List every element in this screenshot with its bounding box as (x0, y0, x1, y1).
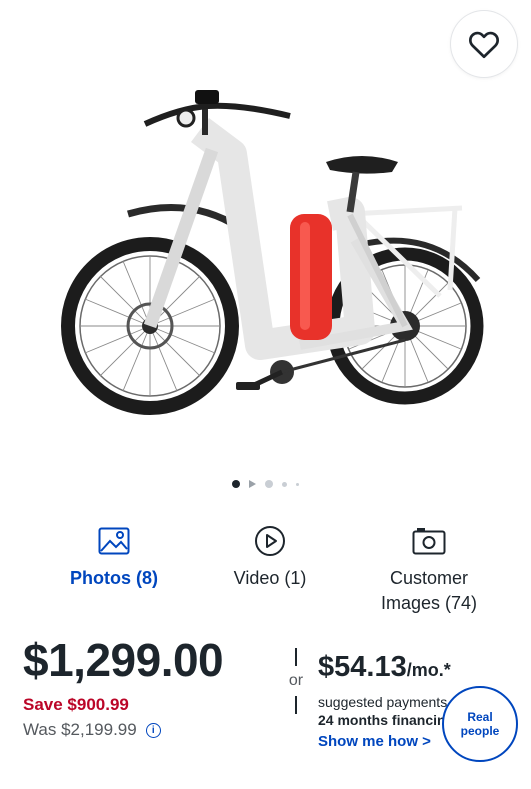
carousel-dot-active[interactable] (232, 480, 240, 488)
tab-customer-images-label: Customer Images (74) (381, 566, 477, 616)
financing-term: 24 months financing (318, 712, 455, 728)
tab-customer-images[interactable]: Customer Images (74) (362, 524, 496, 616)
real-people-label: Real people (460, 710, 500, 738)
carousel-indicator[interactable] (232, 479, 299, 489)
battery (290, 214, 332, 340)
separator-line (295, 696, 297, 714)
info-icon[interactable]: i (145, 722, 161, 738)
monthly-amount: $54.13 (318, 651, 407, 683)
was-price-row: Was $2,199.99 i (23, 719, 161, 741)
was-price: Was $2,199.99 (23, 720, 137, 739)
customer-label-line2: Images (74) (380, 593, 478, 613)
tab-photos-label: Photos (8) (70, 568, 158, 588)
tab-video-label: Video (1) (233, 568, 307, 588)
product-image[interactable] (0, 0, 531, 465)
favorite-button[interactable] (451, 11, 517, 77)
heart-outline-icon (469, 31, 499, 59)
carousel-dot[interactable] (282, 481, 287, 487)
carousel-arrow-icon[interactable] (249, 480, 256, 488)
tab-video[interactable]: Video (1) (215, 524, 325, 591)
separator-line (295, 648, 297, 666)
real-people-button[interactable]: Real people (442, 686, 518, 762)
tab-photos[interactable]: Photos (8) (55, 524, 173, 591)
camera-icon (412, 528, 446, 555)
monthly-price: $54.13/mo.* (318, 647, 451, 692)
suggested-payments-label: suggested payments (318, 694, 448, 710)
customer-label-line1: Customer (389, 568, 468, 588)
or-separator: or (286, 648, 306, 720)
current-price: $1,299.00 (23, 634, 224, 686)
show-me-how-link[interactable]: Show me how > (318, 733, 431, 751)
carousel-dot[interactable] (265, 480, 273, 488)
play-circle-icon (255, 526, 285, 556)
savings-amount: Save $900.99 (23, 695, 129, 714)
carousel-dot[interactable] (296, 482, 299, 486)
image-icon (98, 527, 130, 555)
monthly-suffix: /mo.* (406, 660, 451, 680)
or-label: or (288, 672, 304, 689)
